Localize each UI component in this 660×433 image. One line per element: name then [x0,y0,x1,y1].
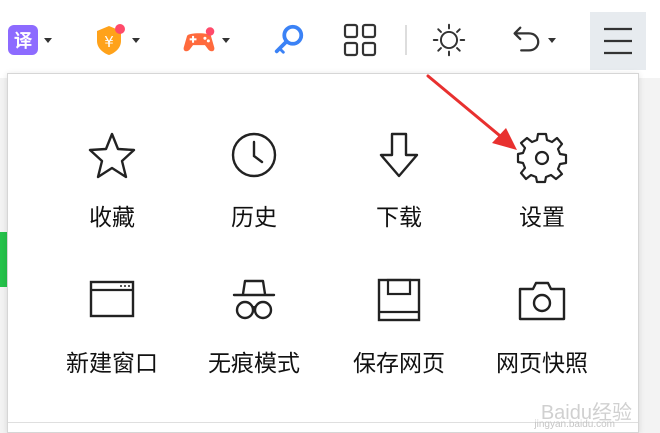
menu-item-label: 无痕模式 [208,351,300,377]
watermark-sub: jingyan.baidu.com [534,419,615,430]
annotation-arrow-icon [426,74,517,150]
main-menu-button[interactable] [590,12,646,70]
menu-item-favorites[interactable]: 收藏 [42,128,182,248]
game-button[interactable] [182,18,230,62]
download-arrow-icon [371,128,427,184]
menu-item-history[interactable]: 历史 [184,128,324,248]
undo-button[interactable] [508,18,556,62]
chevron-down-icon[interactable] [222,37,230,43]
key-icon [272,23,306,57]
menu-item-label: 设置 [519,205,565,231]
menu-item-label: 历史 [231,205,277,231]
coupon-icon: ¥ [92,23,126,57]
menu-item-incognito[interactable]: 无痕模式 [184,274,324,394]
menu-item-label: 保存网页 [353,351,445,377]
grid-icon [343,23,377,57]
star-icon [84,128,140,184]
menu-item-label: 网页快照 [496,351,588,377]
chevron-down-icon[interactable] [132,37,140,43]
menu-item-new-window[interactable]: 新建窗口 [42,274,182,394]
brightness-icon [432,23,466,57]
game-icon [182,23,216,57]
browser-toolbar: 译 ¥ [0,0,660,78]
menu-item-label: 新建窗口 [66,351,158,377]
brightness-button[interactable] [432,18,466,62]
incognito-icon [226,274,282,330]
translate-glyph: 译 [14,31,32,52]
clock-icon [226,128,282,184]
translate-icon: 译 [8,25,38,55]
undo-icon [508,23,542,57]
menu-item-snapshot[interactable]: 网页快照 [472,274,612,394]
chevron-down-icon[interactable] [44,37,52,43]
translate-button[interactable]: 译 [8,18,52,62]
chevron-down-icon[interactable] [548,37,556,43]
hamburger-menu-icon [604,27,632,55]
coupon-button[interactable]: ¥ [92,18,140,62]
window-icon [84,274,140,330]
save-page-icon [371,274,427,330]
coupon-glyph: ¥ [104,33,114,51]
main-menu-panel: 收藏 历史 下载 设置 新建窗口 无痕模式 保存网页 网页快照 [7,73,639,433]
apps-grid-button[interactable] [343,18,377,62]
menu-item-label: 下载 [376,205,422,231]
toolbar-divider [405,25,407,55]
menu-item-save-page[interactable]: 保存网页 [329,274,469,394]
key-button[interactable] [272,18,306,62]
menu-item-label: 收藏 [89,205,135,231]
page-edge-green-block [0,232,7,287]
camera-icon [514,274,570,330]
